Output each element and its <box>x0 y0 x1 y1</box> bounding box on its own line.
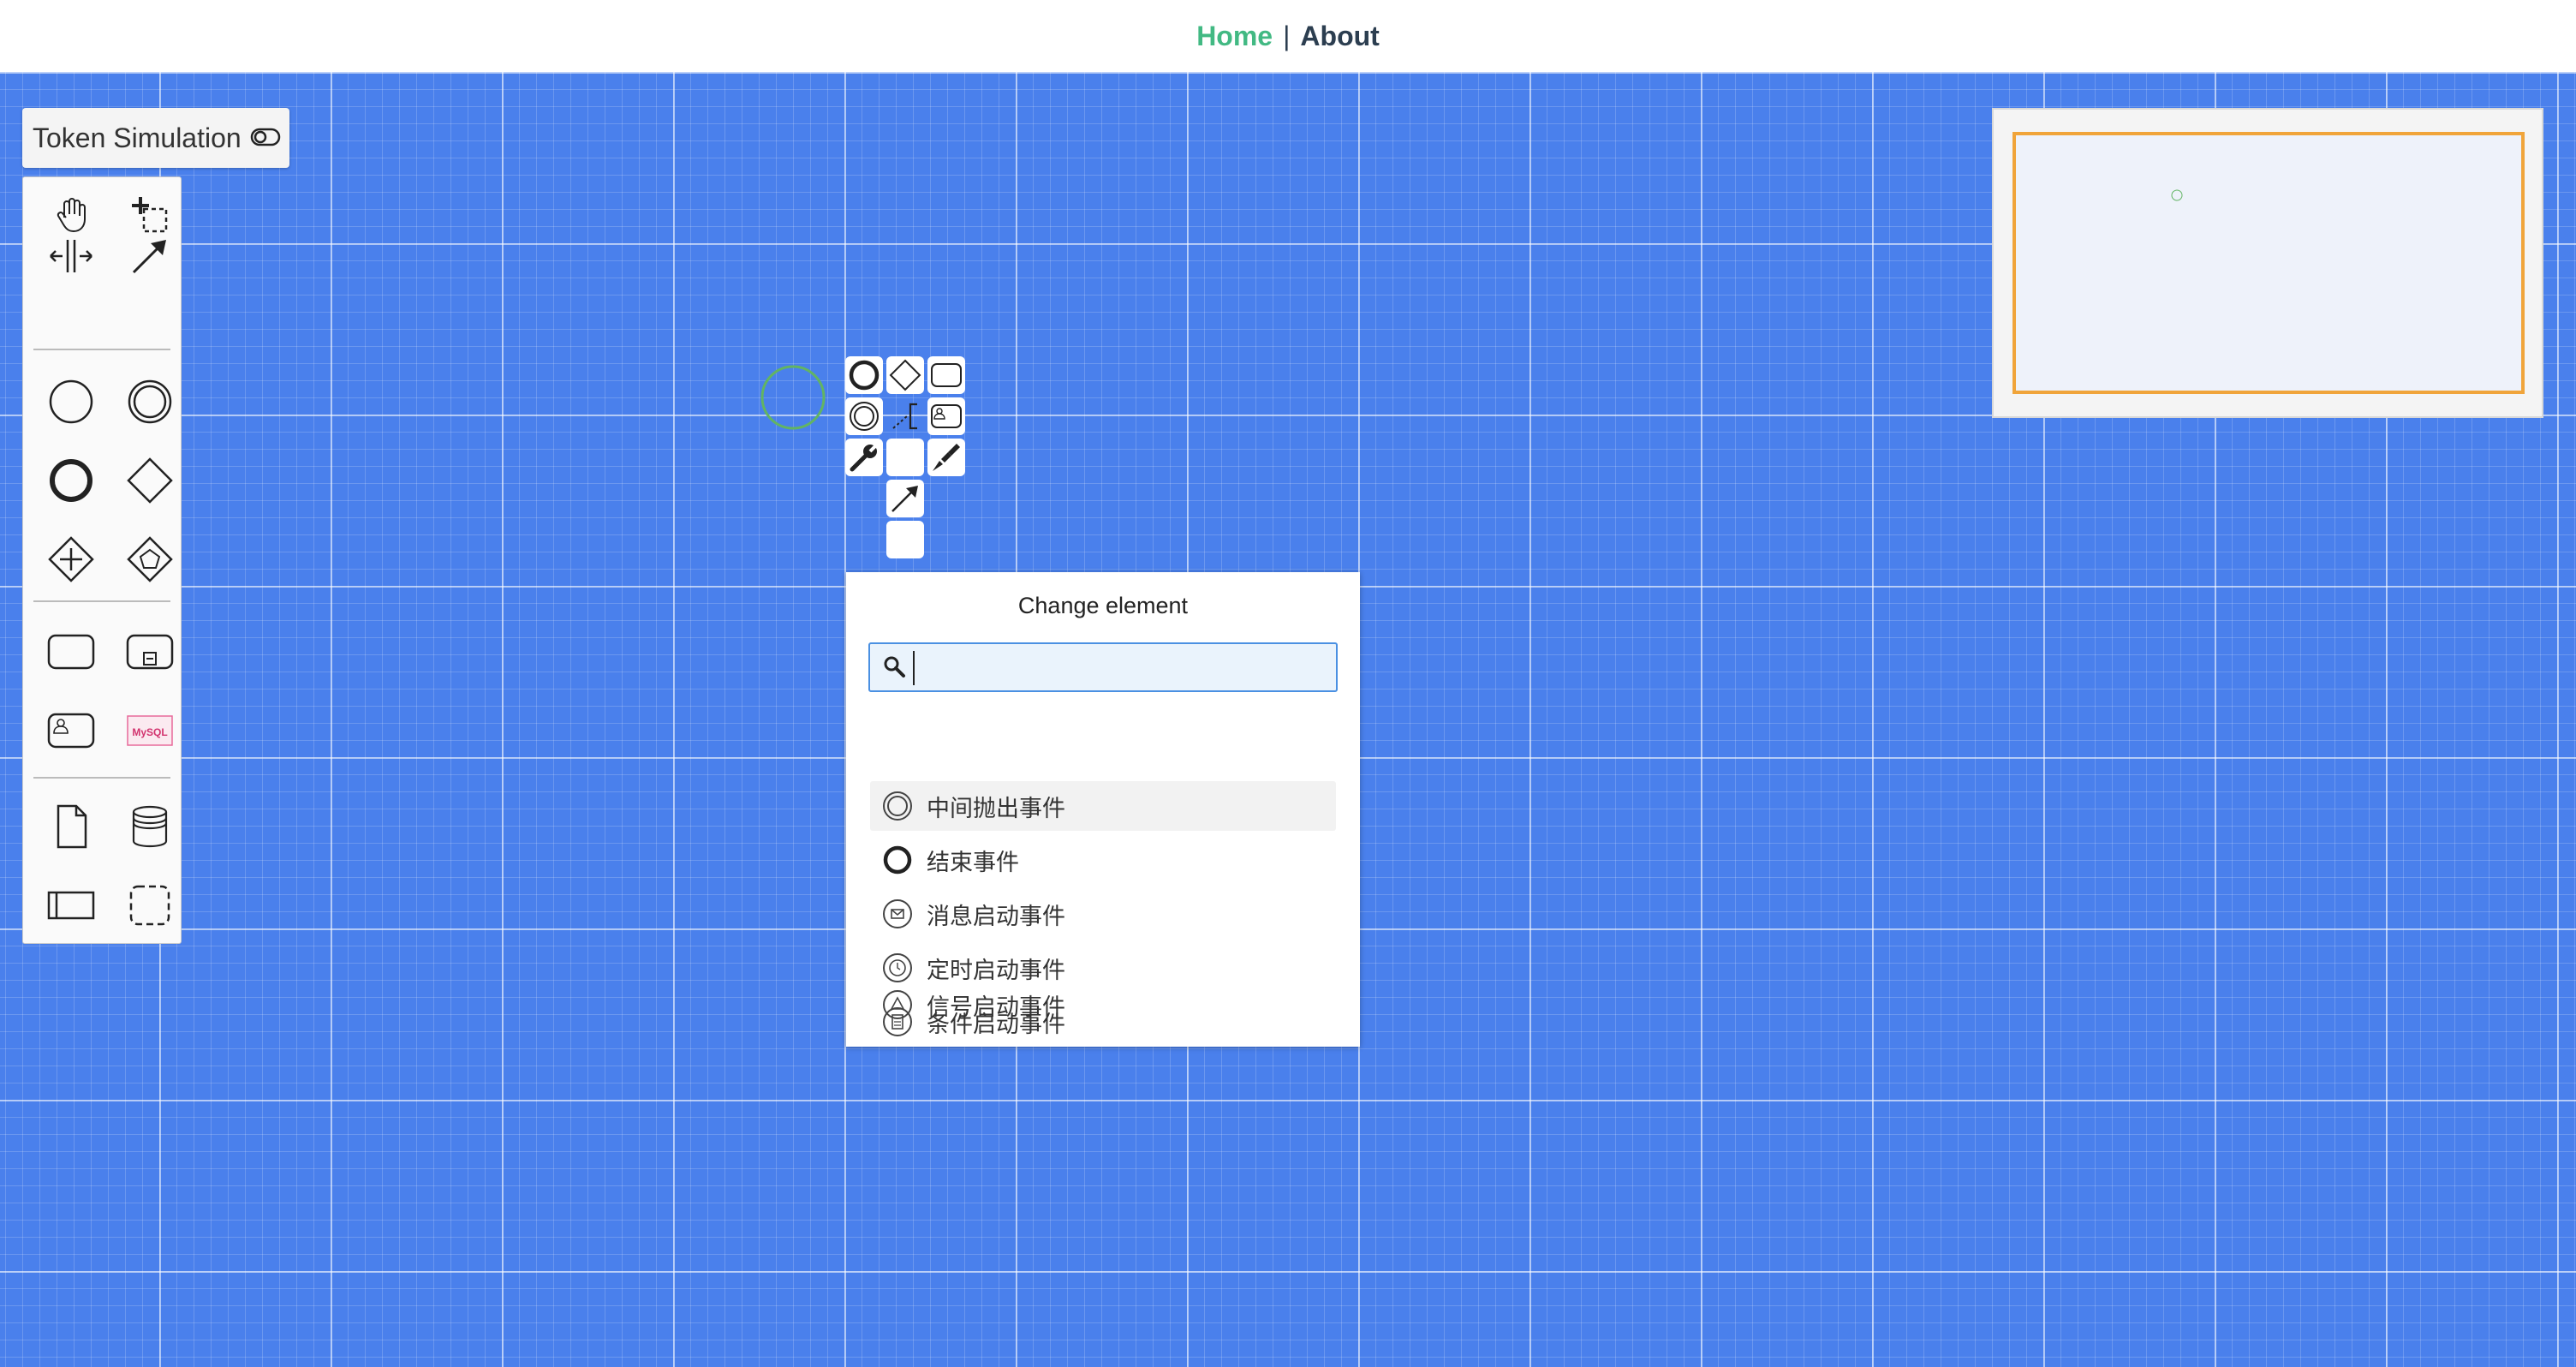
space-tool-icon <box>50 240 92 272</box>
end-event-icon <box>882 845 913 875</box>
entry-label: 信号启动事件 <box>927 994 1065 1021</box>
data-store-icon <box>132 805 168 848</box>
space-tool[interactable] <box>40 225 102 287</box>
entry-intermediate-throw-event[interactable]: 中间抛出事件 <box>870 781 1336 831</box>
context-append-intermediate-event[interactable] <box>845 397 883 435</box>
gateway-icon <box>127 457 173 504</box>
palette-separator <box>33 349 170 350</box>
context-empty-slot[interactable] <box>886 439 924 476</box>
gateway-tool[interactable] <box>119 450 181 511</box>
palette: MySQL <box>22 176 182 944</box>
minimap[interactable] <box>1992 108 2543 418</box>
end-event-icon <box>50 459 92 502</box>
text-annotation-icon <box>892 403 917 430</box>
signal-start-event-icon <box>882 989 913 1020</box>
mysql-icon: MySQL <box>127 715 173 746</box>
context-color[interactable] <box>927 439 965 476</box>
connect-arrow-icon <box>891 486 918 512</box>
token-simulation-toggle[interactable]: Token Simulation <box>22 108 289 168</box>
user-task-icon <box>47 713 95 749</box>
intermediate-event-tool[interactable] <box>119 371 181 433</box>
entry-label: 结束事件 <box>927 849 1019 876</box>
user-task-tool[interactable] <box>40 700 102 761</box>
intermediate-event-icon <box>850 402 879 431</box>
start-event-icon <box>49 379 93 424</box>
context-append-user-task[interactable] <box>927 397 965 435</box>
entry-label: 中间抛出事件 <box>927 795 1065 822</box>
data-object-tool[interactable] <box>40 796 102 857</box>
top-nav: Home | About <box>0 0 2576 72</box>
canvas-start-event[interactable] <box>759 363 827 435</box>
end-event-icon <box>849 360 880 391</box>
minimap-viewport[interactable] <box>2012 132 2525 394</box>
intermediate-throw-event-icon <box>882 791 913 821</box>
global-connect-tool[interactable] <box>119 225 181 287</box>
nav-separator: | <box>1283 20 1291 51</box>
subprocess-tool[interactable] <box>119 621 181 683</box>
palette-separator <box>33 600 170 602</box>
start-event-tool[interactable] <box>40 371 102 433</box>
task-tool[interactable] <box>40 621 102 683</box>
event-gateway-icon <box>127 536 173 582</box>
context-append-text-annotation[interactable] <box>886 397 924 435</box>
svg-text:MySQL: MySQL <box>132 726 167 738</box>
palette-separator <box>33 777 170 779</box>
entry-end-event[interactable]: 结束事件 <box>870 835 1336 885</box>
search-icon <box>882 654 906 684</box>
context-append-end-event[interactable] <box>845 356 883 394</box>
toggle-off-icon <box>250 122 281 154</box>
context-replace[interactable] <box>845 439 883 476</box>
data-store-tool[interactable] <box>119 796 181 857</box>
entry-signal-start-event[interactable]: 信号启动事件 <box>870 980 1336 1030</box>
entry-label: 消息启动事件 <box>927 903 1065 930</box>
connect-arrow-icon <box>132 240 166 274</box>
about-link[interactable]: About <box>1300 21 1379 52</box>
context-empty-slot-2[interactable] <box>886 521 924 558</box>
group-tool[interactable] <box>119 875 181 936</box>
minimap-start-event <box>2171 189 2183 201</box>
bpmn-canvas[interactable]: Token Simulation MySQL Change element 中间… <box>0 72 2576 1367</box>
popup-search[interactable] <box>868 642 1338 692</box>
mysql-task-tool[interactable]: MySQL <box>119 700 181 761</box>
search-input[interactable] <box>913 651 1331 685</box>
entry-message-start-event[interactable]: 消息启动事件 <box>870 889 1336 939</box>
home-link[interactable]: Home <box>1196 21 1273 52</box>
popup-title: Change element <box>1017 593 1189 618</box>
participant-tool[interactable] <box>40 875 102 936</box>
wrench-icon <box>850 442 880 472</box>
task-icon <box>931 363 962 387</box>
gateway-icon <box>889 359 921 391</box>
token-simulation-label: Token Simulation <box>33 122 242 153</box>
group-icon <box>129 885 170 926</box>
parallel-gateway-tool[interactable] <box>40 528 102 590</box>
context-append-task[interactable] <box>927 356 965 394</box>
task-icon <box>47 634 95 670</box>
paint-brush-icon <box>933 444 960 471</box>
change-element-popup: Change element 中间抛出事件 结束事件 消息启动事件 定时启动事件… <box>846 572 1360 1047</box>
event-gateway-tool[interactable] <box>119 528 181 590</box>
context-connect[interactable] <box>886 480 924 517</box>
end-event-tool[interactable] <box>40 450 102 511</box>
message-start-event-icon <box>882 898 913 929</box>
pool-icon <box>47 891 95 920</box>
subprocess-icon <box>126 634 174 670</box>
parallel-gateway-icon <box>48 536 94 582</box>
user-task-icon <box>931 404 962 428</box>
timer-start-event-icon <box>882 952 913 983</box>
data-object-icon <box>57 804 87 849</box>
intermediate-event-icon <box>128 379 172 424</box>
context-append-gateway[interactable] <box>886 356 924 394</box>
